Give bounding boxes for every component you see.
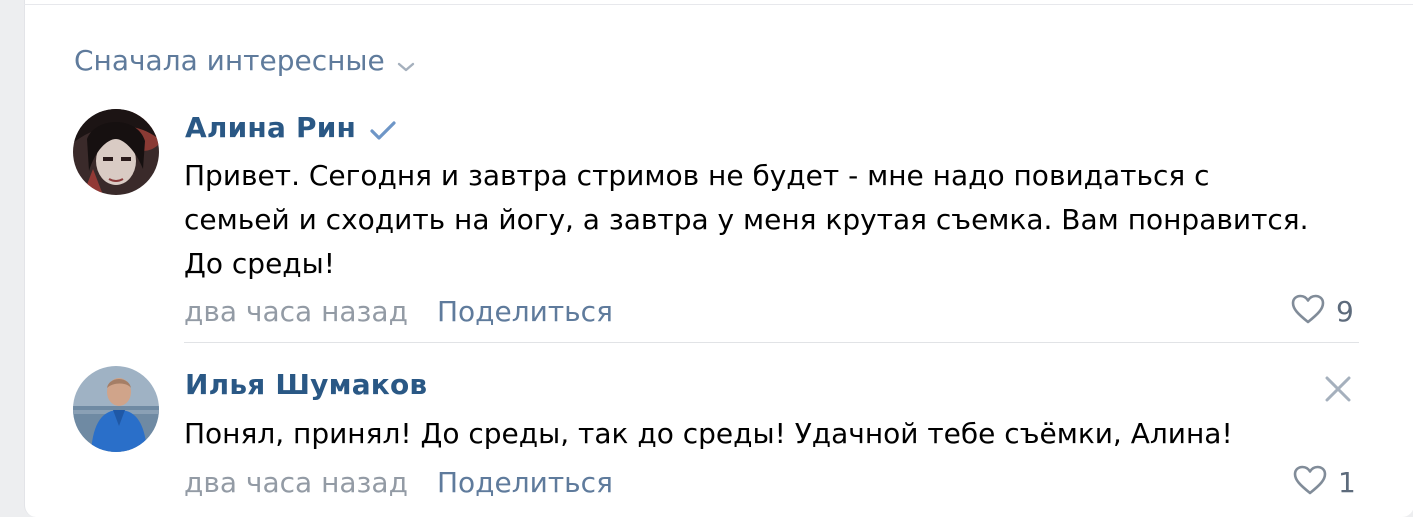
close-icon[interactable] [1323, 374, 1353, 408]
like-button[interactable]: 9 [1290, 293, 1354, 329]
sort-label: Сначала интересные [74, 43, 385, 77]
comment-text: Понял, принял! До среды, так до среды! У… [184, 412, 1334, 456]
share-button[interactable]: Поделиться [437, 295, 613, 328]
comment-author[interactable]: Илья Шумаков [185, 368, 427, 401]
avatar[interactable] [73, 109, 159, 195]
like-button[interactable]: 1 [1292, 464, 1356, 500]
verified-check-icon [369, 120, 397, 146]
comment-text: Привет. Сегодня и завтра стримов не буде… [184, 154, 1334, 286]
like-count: 1 [1338, 465, 1356, 499]
comment-divider [184, 342, 1359, 343]
chevron-down-icon [397, 47, 415, 80]
comment-author[interactable]: Алина Рин [185, 111, 356, 144]
comment-timestamp[interactable]: два часа назад [184, 295, 408, 328]
avatar[interactable] [73, 366, 159, 452]
comment-text-line: семьей и сходить на йогу, а завтра у мен… [184, 203, 1309, 236]
comment-text-line: Понял, принял! До среды, так до среды! У… [184, 417, 1233, 450]
share-button[interactable]: Поделиться [437, 466, 613, 499]
heart-icon [1292, 464, 1328, 500]
heart-icon [1290, 293, 1326, 329]
like-count: 9 [1336, 294, 1354, 328]
comment-text-line: Привет. Сегодня и завтра стримов не буде… [184, 159, 1210, 192]
comment-timestamp[interactable]: два часа назад [184, 466, 408, 499]
top-divider [24, 4, 1413, 5]
comment-text-line: До среды! [184, 247, 335, 280]
sort-dropdown[interactable]: Сначала интересные [74, 40, 415, 80]
